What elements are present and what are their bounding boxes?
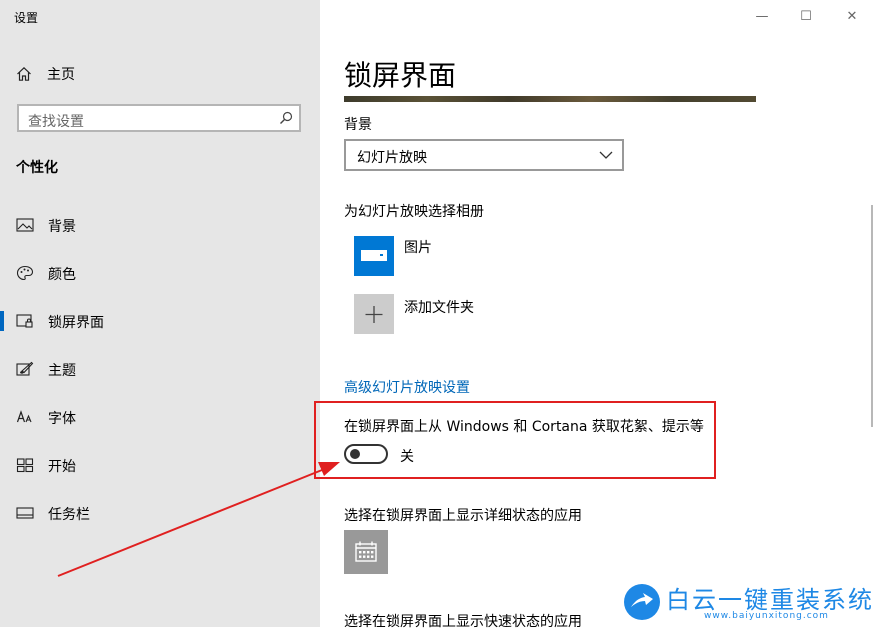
album-pictures-label[interactable]: 图片: [404, 237, 432, 257]
sidebar-item-label: 颜色: [48, 267, 76, 283]
sidebar-item-label: 主题: [48, 363, 76, 379]
background-dropdown-value: 幻灯片放映: [357, 150, 427, 166]
detailed-status-label: 选择在锁屏界面上显示详细状态的应用: [344, 508, 582, 524]
plus-icon: [365, 306, 383, 323]
calendar-icon: [355, 541, 377, 562]
add-folder-label[interactable]: 添加文件夹: [404, 297, 474, 317]
start-grid-icon: [16, 458, 34, 473]
toggle-knob: [350, 449, 360, 459]
background-dropdown[interactable]: 幻灯片放映: [344, 139, 624, 171]
album-pictures-tile[interactable]: [354, 236, 394, 276]
maximize-button[interactable]: ☐: [796, 7, 816, 25]
palette-icon: [16, 265, 34, 281]
tips-toggle-state: 关: [400, 449, 414, 465]
pictures-folder-icon: [361, 250, 387, 261]
page-title: 锁屏界面: [344, 59, 457, 92]
picture-icon: [16, 218, 34, 232]
sidebar-item-label: 任务栏: [48, 507, 90, 523]
close-button[interactable]: ✕: [842, 7, 862, 25]
home-link[interactable]: 主页: [16, 63, 75, 85]
search-input[interactable]: 查找设置: [17, 104, 301, 132]
sidebar-item-label: 开始: [48, 459, 76, 475]
search-placeholder: 查找设置: [28, 114, 84, 130]
taskbar-icon: [16, 507, 34, 519]
sidebar-item-fonts[interactable]: 字体: [0, 399, 320, 435]
detailed-status-app-button[interactable]: [344, 530, 388, 574]
lock-screen-preview: [344, 96, 756, 102]
app-title: 设置: [14, 11, 39, 25]
add-folder-button[interactable]: [354, 294, 394, 334]
watermark-text: 白云一键重装系统: [666, 586, 874, 614]
font-icon: [16, 410, 32, 423]
theme-brush-icon: [16, 361, 34, 376]
sidebar-item-label: 锁屏界面: [48, 315, 104, 331]
sidebar-item-taskbar[interactable]: 任务栏: [0, 495, 320, 531]
album-heading: 为幻灯片放映选择相册: [344, 204, 484, 220]
chevron-down-icon: [599, 151, 613, 159]
sidebar-item-label: 背景: [48, 219, 76, 235]
minimize-button[interactable]: —: [752, 7, 772, 25]
advanced-slideshow-link[interactable]: 高级幻灯片放映设置: [344, 377, 470, 397]
annotation-highlight-box: [314, 401, 716, 479]
watermark-url: www.baiyunxitong.com: [704, 611, 829, 621]
home-label: 主页: [47, 67, 75, 83]
search-icon[interactable]: [279, 111, 293, 125]
sidebar-item-start[interactable]: 开始: [0, 447, 320, 483]
tips-setting-label: 在锁屏界面上从 Windows 和 Cortana 获取花絮、提示等: [344, 419, 704, 435]
sidebar-item-lock-screen[interactable]: 锁屏界面: [0, 303, 320, 339]
home-icon: [17, 66, 31, 81]
scrollbar[interactable]: [871, 205, 873, 427]
background-label: 背景: [344, 117, 372, 133]
quick-status-label: 选择在锁屏界面上显示快速状态的应用: [344, 614, 582, 630]
section-title: 个性化: [16, 160, 58, 176]
sidebar-item-label: 字体: [48, 411, 76, 427]
sidebar-item-background[interactable]: 背景: [0, 207, 320, 243]
lock-screen-icon: [16, 314, 33, 328]
sidebar-item-themes[interactable]: 主题: [0, 351, 320, 387]
sidebar-item-colors[interactable]: 颜色: [0, 255, 320, 291]
tips-toggle[interactable]: [344, 444, 388, 464]
sidebar: 设置 主页 查找设置 个性化 背景 颜色 锁屏界面 主题 字体 开始 任务栏: [0, 0, 320, 627]
